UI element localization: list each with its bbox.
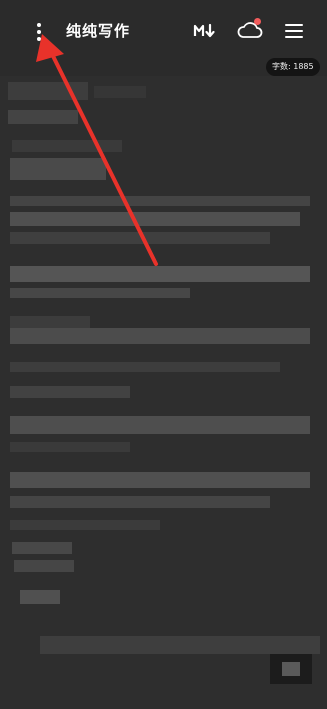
more-dot bbox=[37, 37, 41, 41]
blurred-text-block bbox=[10, 196, 310, 206]
blurred-text-block bbox=[10, 316, 90, 328]
blurred-text-block bbox=[14, 560, 74, 572]
app-header: 纯纯写作 bbox=[0, 0, 327, 62]
hamburger-menu-button[interactable] bbox=[284, 22, 304, 40]
blurred-text-block bbox=[12, 140, 122, 152]
blurred-text-block bbox=[12, 542, 72, 554]
blurred-text-block bbox=[40, 636, 320, 654]
editor-content-area[interactable] bbox=[0, 76, 327, 709]
hamburger-menu-icon bbox=[285, 24, 303, 38]
notification-dot bbox=[254, 18, 261, 25]
blurred-text-block bbox=[20, 590, 60, 604]
blurred-text-block bbox=[10, 288, 190, 298]
blurred-text-block bbox=[10, 442, 130, 452]
blurred-text-block bbox=[10, 362, 280, 372]
blurred-text-block bbox=[10, 328, 310, 344]
blurred-text-block bbox=[8, 82, 88, 100]
blurred-text-block bbox=[10, 520, 160, 530]
more-options-button[interactable] bbox=[30, 20, 48, 44]
cloud-sync-button[interactable] bbox=[236, 18, 264, 42]
blurred-text-block bbox=[282, 662, 300, 676]
markdown-icon bbox=[193, 23, 215, 38]
app-title: 纯纯写作 bbox=[66, 22, 131, 40]
blurred-text-block bbox=[8, 110, 78, 124]
markdown-toggle-button[interactable] bbox=[193, 22, 217, 40]
blurred-text-block bbox=[10, 472, 310, 488]
blurred-text-block bbox=[10, 266, 310, 282]
blurred-text-block bbox=[10, 386, 130, 398]
blurred-text-block bbox=[10, 158, 106, 180]
blurred-text-block bbox=[10, 496, 270, 508]
more-dot bbox=[37, 23, 41, 27]
blurred-text-block bbox=[10, 212, 300, 226]
blurred-text-block bbox=[10, 232, 270, 244]
word-count-badge: 字数: 1885 bbox=[266, 58, 320, 76]
more-dot bbox=[37, 30, 41, 34]
blurred-text-block bbox=[94, 86, 146, 98]
blurred-text-block bbox=[10, 416, 310, 434]
